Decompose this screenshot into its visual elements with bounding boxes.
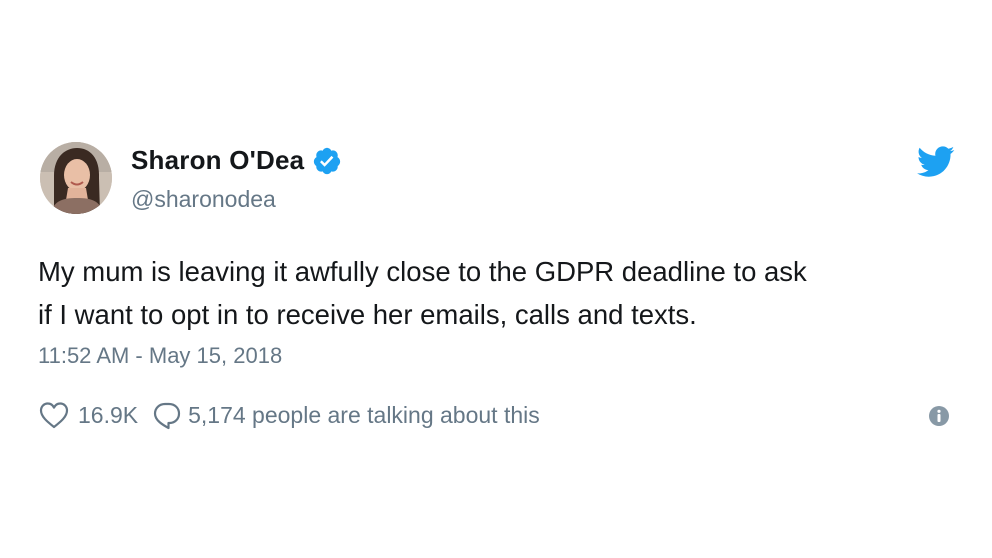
verified-badge-icon bbox=[314, 147, 341, 174]
tweet-card: Sharon O'Dea @sharonodea My mum is leavi… bbox=[0, 0, 992, 558]
author-name-row[interactable]: Sharon O'Dea bbox=[131, 145, 342, 176]
tweet-text-line: if I want to opt in to receive her email… bbox=[38, 299, 697, 330]
speech-bubble-icon bbox=[154, 402, 181, 430]
reply-button[interactable]: 5,174 people are talking about this bbox=[138, 400, 540, 430]
info-icon[interactable] bbox=[928, 405, 950, 427]
author-name[interactable]: Sharon O'Dea bbox=[131, 145, 304, 176]
tweet-timestamp[interactable]: 11:52 AM - May 15, 2018 bbox=[38, 343, 282, 369]
like-count: 16.9K bbox=[78, 401, 139, 428]
tweet-text: My mum is leaving it awfully close to th… bbox=[38, 250, 958, 336]
like-button[interactable]: 16.9K bbox=[38, 400, 138, 430]
talking-count: 5,174 people are talking about this bbox=[188, 401, 540, 428]
author-handle[interactable]: @sharonodea bbox=[131, 186, 276, 213]
avatar-image bbox=[40, 142, 112, 214]
tweet-text-line: My mum is leaving it awfully close to th… bbox=[38, 256, 807, 287]
tweet-actions: 16.9K 5,174 people are talking about thi… bbox=[38, 398, 540, 432]
avatar[interactable] bbox=[40, 142, 112, 214]
twitter-bird-icon[interactable] bbox=[917, 146, 955, 178]
heart-icon bbox=[39, 402, 69, 429]
